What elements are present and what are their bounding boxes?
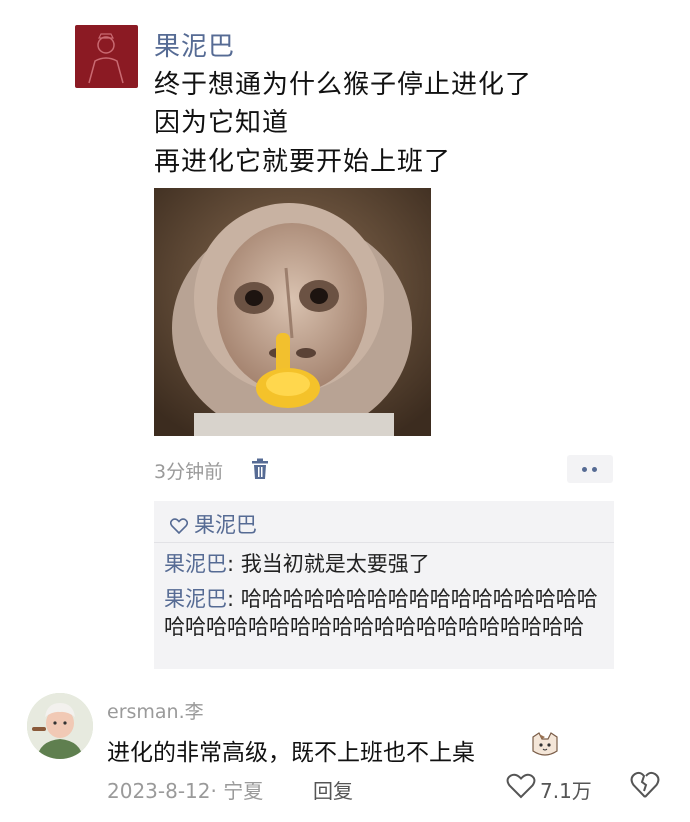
cat-emoji-icon — [530, 731, 560, 763]
comment-item[interactable]: 果泥巴: 哈哈哈哈哈哈哈哈哈哈哈哈哈哈哈哈哈哈哈哈哈哈哈哈哈哈哈哈哈哈哈哈哈哈哈… — [164, 585, 610, 641]
post-text-line: 因为它知道 — [154, 108, 290, 138]
dot — [592, 467, 597, 472]
likes-comments-box: 果泥巴 果泥巴: 我当初就是太要强了 果泥巴: 哈哈哈哈哈哈哈哈哈哈哈哈哈哈哈哈… — [154, 501, 614, 669]
reply-date-location: 2023-8-12· 宁夏 — [107, 779, 264, 803]
liker-name[interactable]: 果泥巴 — [194, 513, 257, 537]
divider — [154, 542, 614, 543]
trash-icon[interactable] — [250, 458, 270, 484]
comment-author[interactable]: 果泥巴 — [164, 552, 227, 576]
post-timestamp: 3分钟前 — [154, 461, 224, 483]
reply-author[interactable]: ersman.李 — [107, 697, 204, 724]
reply-text: 进化的非常高级，既不上班也不上桌 — [107, 740, 475, 766]
reply-button[interactable]: 回复 — [313, 775, 353, 804]
author-name[interactable]: 果泥巴 — [154, 26, 235, 63]
reply-avatar[interactable] — [27, 693, 93, 759]
broken-heart-icon[interactable] — [630, 771, 660, 803]
post-text-line: 再进化它就要开始上班了 — [154, 147, 452, 177]
heart-outline-icon — [169, 518, 189, 535]
author-avatar[interactable] — [75, 25, 138, 88]
comment-text: : 哈哈哈哈哈哈哈哈哈哈哈哈哈哈哈哈哈哈哈哈哈哈哈哈哈哈哈哈哈哈哈哈哈哈哈哈哈 — [164, 587, 598, 639]
moments-post: 果泥巴 终于想通为什么猴子停止进化了 因为它知道 再进化它就要开始上班了 3分钟… — [0, 0, 690, 680]
like-count: 7.1万 — [540, 779, 592, 803]
comment-text: : 我当初就是太要强了 — [227, 552, 430, 576]
heart-outline-icon[interactable] — [506, 773, 536, 803]
comment-author[interactable]: 果泥巴 — [164, 587, 227, 611]
post-photo-monkey[interactable] — [154, 188, 431, 436]
comment-item[interactable]: 果泥巴: 我当初就是太要强了 — [164, 548, 430, 578]
post-text-line: 终于想通为什么猴子停止进化了 — [154, 70, 533, 100]
dot — [582, 467, 587, 472]
likes-row[interactable]: 果泥巴 — [169, 509, 257, 539]
more-dots-icon[interactable] — [567, 455, 613, 483]
